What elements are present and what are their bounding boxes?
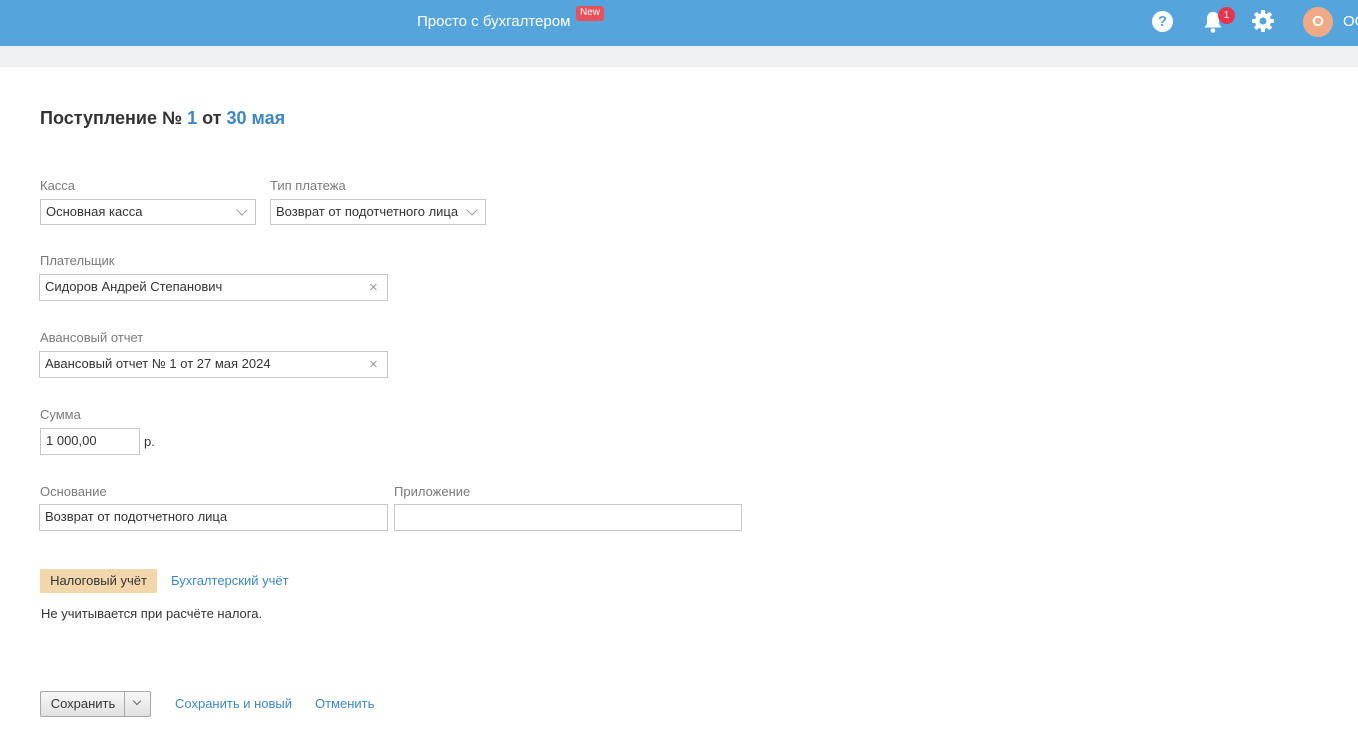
tab-bookkeeping[interactable]: Бухгалтерский учёт [171,573,289,588]
title-date-prefix: от [202,108,222,128]
save-button[interactable]: Сохранить [40,691,125,717]
sub-header-bar [0,46,1358,67]
basis-input[interactable]: Возврат от подотчетного лица [39,504,388,531]
payer-field[interactable]: Сидоров Андрей Степанович × [39,274,388,301]
attachment-label: Приложение [394,484,471,499]
cashbox-label: Касса [40,178,76,193]
basis-label: Основание [40,484,107,499]
currency-label: р. [144,434,155,449]
amount-input[interactable]: 1 000,00 [40,428,140,455]
new-badge: New [576,6,605,21]
amount-value: 1 000,00 [46,433,97,448]
advance-report-field[interactable]: Авансовый отчет № 1 от 27 мая 2024 × [39,351,388,378]
clear-icon[interactable]: × [369,275,378,300]
attachment-input[interactable] [394,504,742,531]
basis-value: Возврат от подотчетного лица [45,509,228,524]
cancel-link[interactable]: Отменить [315,696,374,711]
page-title: Поступление № 1 от 30 мая [40,108,285,129]
payment-type-label: Тип платежа [270,178,346,193]
advance-report-value: Авансовый отчет № 1 от 27 мая 2024 [45,356,271,371]
title-prefix: Поступление № [40,108,183,128]
help-icon[interactable]: ? [1152,11,1173,32]
user-name[interactable]: ОО [1343,13,1358,30]
payer-value: Сидоров Андрей Степанович [45,279,223,294]
advance-report-label: Авансовый отчет [40,330,144,345]
tax-note: Не учитывается при расчёте налога. [41,606,263,621]
avatar[interactable]: О [1303,7,1333,37]
clear-icon[interactable]: × [369,352,378,377]
gear-icon[interactable] [1251,9,1275,33]
chevron-down-icon [466,204,478,216]
brand-title[interactable]: Просто с бухгалтером [417,13,570,30]
cashbox-value: Основная касса [46,204,143,219]
document-date-link[interactable]: 30 мая [227,108,286,128]
notification-count-badge: 1 [1218,7,1235,24]
save-and-new-link[interactable]: Сохранить и новый [175,696,292,711]
payment-type-select[interactable]: Возврат от подотчетного лица [270,199,486,225]
payment-type-value: Возврат от подотчетного лица [276,204,459,219]
tab-tax-accounting[interactable]: Налоговый учёт [40,569,157,593]
payer-label: Плательщик [40,253,115,268]
document-number-link[interactable]: 1 [187,108,197,128]
amount-label: Сумма [40,407,81,422]
chevron-down-icon [132,696,142,706]
save-options-dropdown[interactable] [124,691,151,717]
cashbox-select[interactable]: Основная касса [40,199,256,225]
chevron-down-icon [236,204,248,216]
